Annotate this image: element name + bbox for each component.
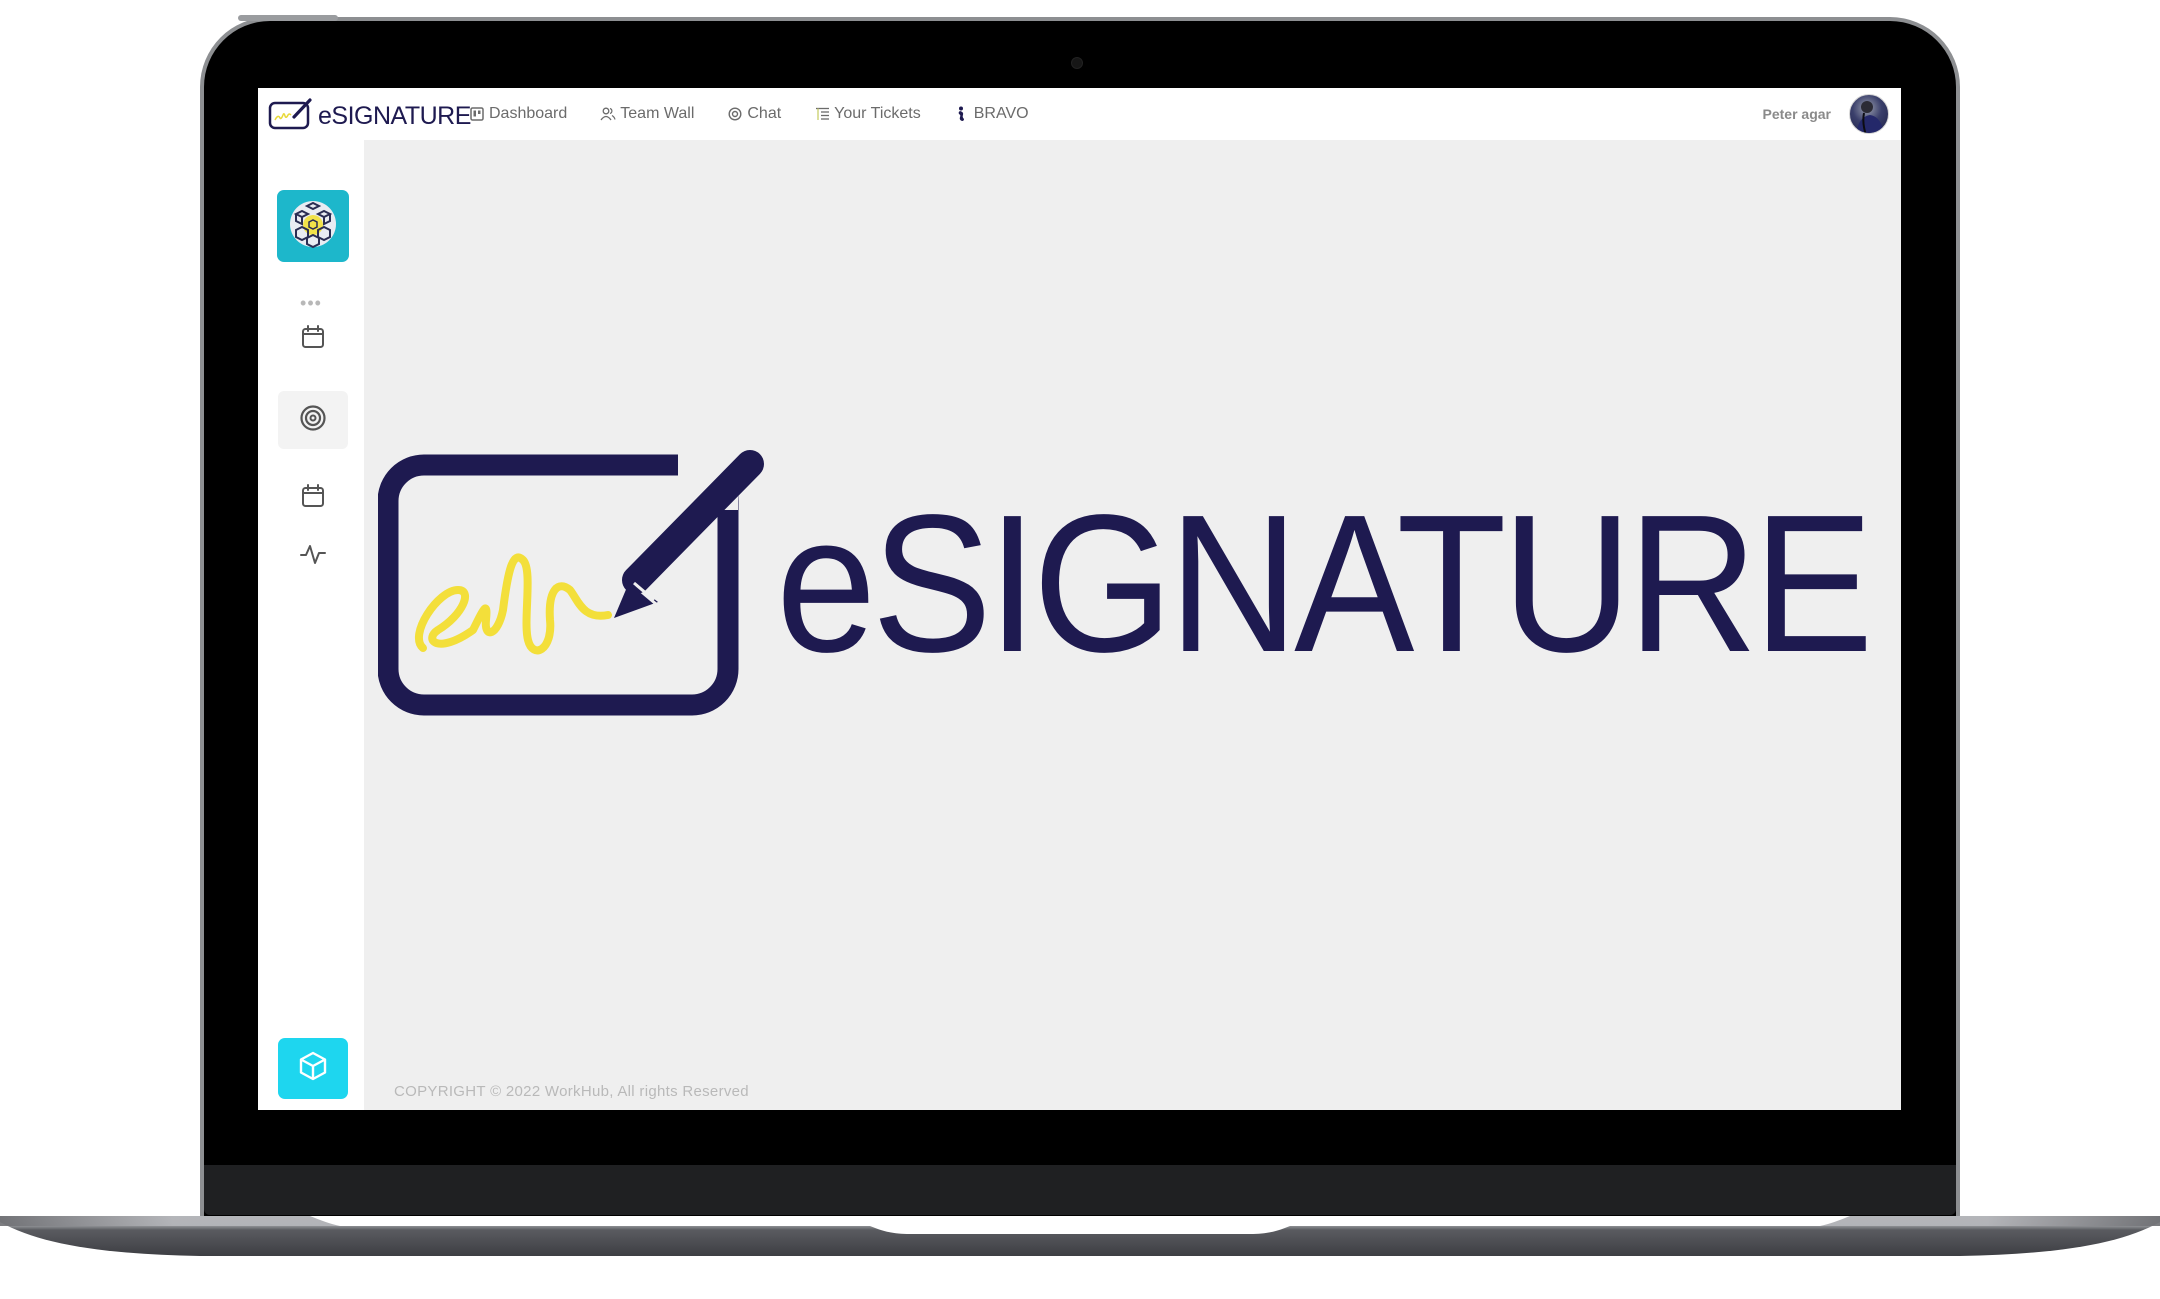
brand-name: eSIGNATURE (318, 102, 471, 130)
bravo-figure-icon (954, 106, 970, 122)
ticket-list-icon (814, 106, 830, 122)
nav-dashboard[interactable]: Dashboard (469, 105, 567, 123)
sidebar-item-target[interactable] (278, 391, 348, 449)
brand-logo[interactable]: eSIGNATURE (268, 98, 471, 135)
nav-dashboard-label: Dashboard (489, 105, 568, 122)
nav-your-tickets[interactable]: Your Tickets (814, 105, 921, 123)
laptop-lid-highlight (238, 15, 338, 21)
laptop-chin (204, 1165, 1956, 1215)
nav-your-tickets-label: Your Tickets (834, 105, 921, 122)
screen: eSIGNATURE Dashboard Team Wall Chat Your… (258, 88, 1901, 1110)
hero-title: eSIGNATURE (776, 474, 1873, 693)
sidebar-bottom-button[interactable] (278, 1038, 348, 1099)
esignature-hero-logo-icon (377, 450, 778, 725)
sidebar-more-button[interactable]: ••• (258, 294, 364, 312)
main-nav: Dashboard Team Wall Chat Your Tickets BR… (469, 88, 1062, 140)
calendar-icon (300, 324, 326, 355)
copyright-text: COPYRIGHT © 2022 WorkHub, All rights Res… (394, 1083, 749, 1100)
esignature-logo-icon (268, 98, 314, 135)
cube-icon (297, 1050, 329, 1087)
users-icon (600, 106, 616, 122)
dashboard-board-icon (469, 106, 485, 122)
user-menu[interactable]: Peter agar (1763, 88, 1889, 140)
activity-icon (299, 541, 327, 572)
nav-bravo[interactable]: BRAVO (954, 105, 1029, 123)
nav-team-wall-label: Team Wall (620, 105, 695, 122)
laptop-base (0, 1214, 2160, 1258)
sidebar-item-calendar-2[interactable] (278, 469, 348, 527)
nav-team-wall[interactable]: Team Wall (600, 105, 694, 123)
sidebar: ••• (258, 140, 364, 1110)
top-navbar: eSIGNATURE Dashboard Team Wall Chat Your… (258, 88, 1901, 140)
sidebar-item-activity[interactable] (278, 527, 348, 585)
sidebar-item-calendar[interactable] (278, 310, 348, 368)
nav-chat-label: Chat (747, 105, 782, 122)
calendar-icon (300, 483, 326, 514)
target-icon (299, 404, 327, 437)
avatar[interactable] (1849, 94, 1889, 134)
user-name: Peter agar (1762, 106, 1831, 122)
nav-bravo-label: BRAVO (973, 105, 1029, 122)
main-content: eSIGNATURE COPYRIGHT © 2022 WorkHub, All… (364, 140, 1901, 1110)
cube-grid-logo-icon (287, 198, 339, 255)
chat-at-icon (727, 106, 743, 122)
nav-chat[interactable]: Chat (727, 105, 781, 123)
laptop-camera (1071, 57, 1083, 69)
sidebar-app-tile[interactable] (277, 190, 349, 262)
